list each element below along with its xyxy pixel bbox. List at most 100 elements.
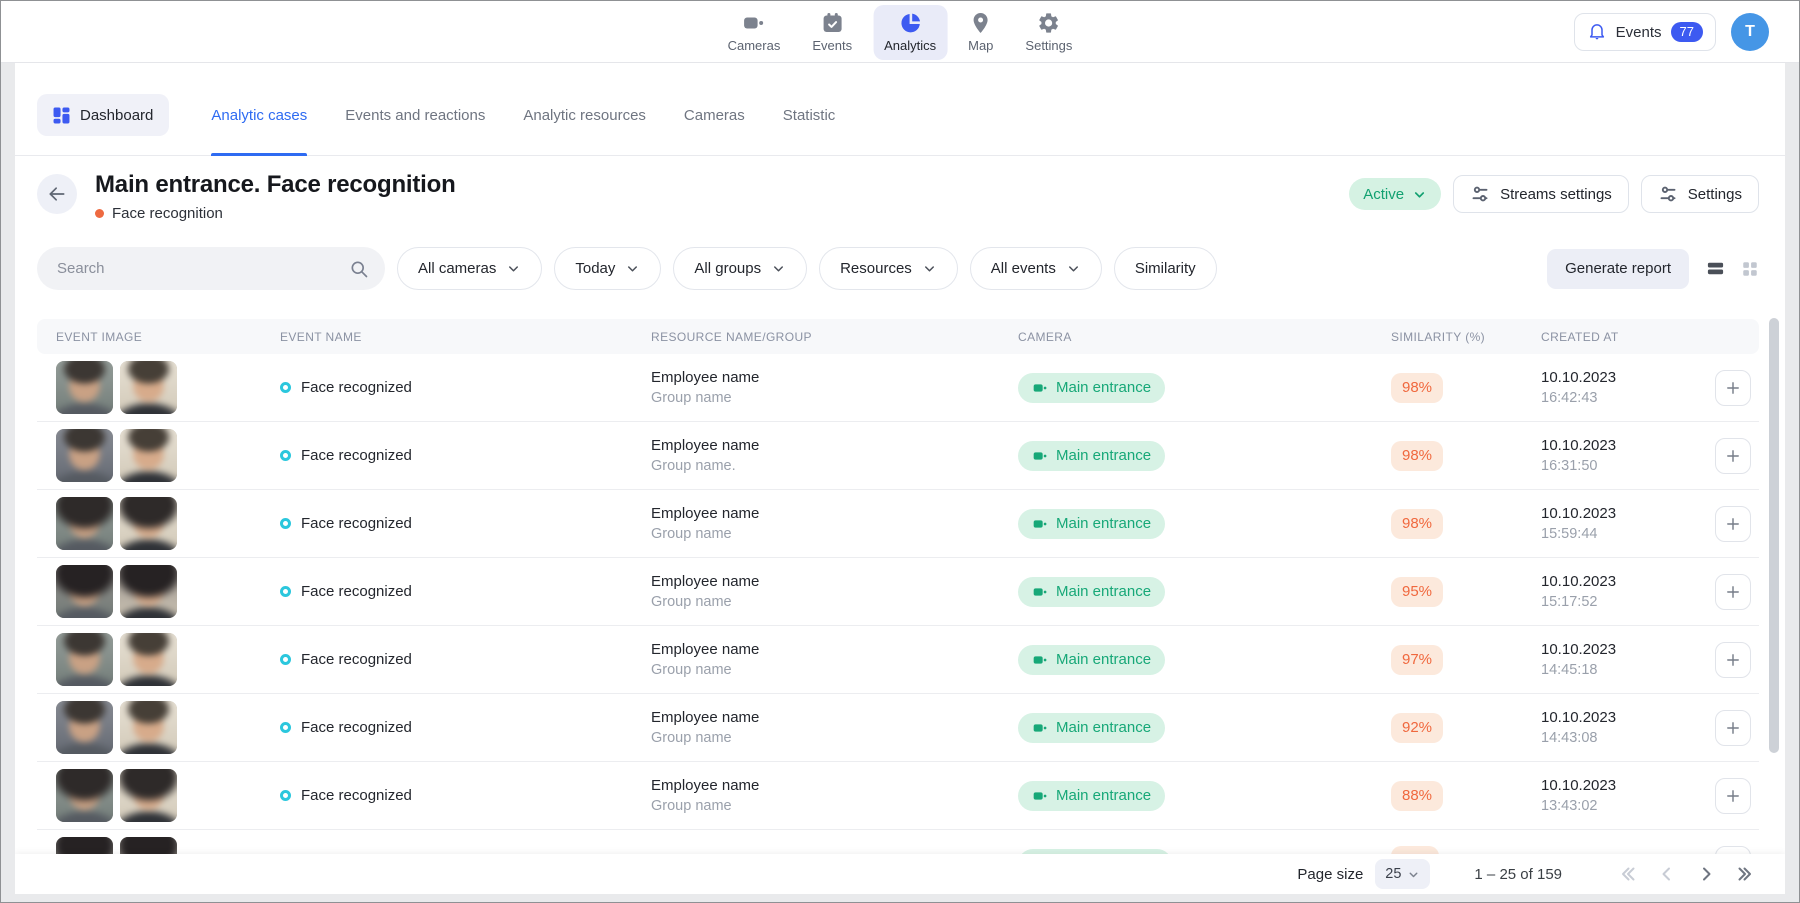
back-button[interactable] [37, 174, 77, 214]
settings-button[interactable]: Settings [1641, 175, 1759, 213]
filter-date[interactable]: Today [554, 247, 661, 290]
filter-similarity[interactable]: Similarity [1114, 247, 1217, 290]
column-header-event-image: EVENT IMAGE [56, 330, 280, 344]
filter-label: Today [575, 260, 615, 277]
nav-item-settings[interactable]: Settings [1014, 5, 1083, 60]
add-button[interactable] [1715, 370, 1751, 406]
page-size-dropdown[interactable]: 25 [1375, 859, 1430, 889]
add-button[interactable] [1715, 778, 1751, 814]
event-face-capture-thumbnail[interactable] [56, 769, 113, 822]
streams-settings-button[interactable]: Streams settings [1453, 175, 1629, 213]
group-name: Group name [651, 592, 1018, 612]
camera-badge[interactable]: Main entrance [1018, 713, 1165, 743]
column-header-created-at: CREATED AT [1541, 330, 1712, 344]
dashboard-button[interactable]: Dashboard [37, 94, 169, 136]
page-size-label: Page size [1297, 866, 1363, 883]
event-face-capture-thumbnail[interactable] [56, 633, 113, 686]
nav-item-events[interactable]: Events [801, 5, 863, 60]
case-type-dot [95, 209, 104, 218]
search-icon[interactable] [349, 259, 369, 279]
table-row[interactable]: Face recognized Employee name Group name… [37, 762, 1759, 830]
event-face-reference-thumbnail[interactable] [120, 769, 177, 822]
tab-analytic-cases[interactable]: Analytic cases [211, 75, 307, 155]
add-button[interactable] [1715, 574, 1751, 610]
filter-label: Similarity [1135, 260, 1196, 277]
event-face-reference-thumbnail[interactable] [120, 361, 177, 414]
chevron-down-icon [1412, 187, 1427, 202]
add-button[interactable] [1715, 710, 1751, 746]
table-row[interactable]: Employee name 10.10.2023 [37, 830, 1759, 854]
vertical-scrollbar[interactable] [1769, 318, 1779, 753]
pagination-range: 1 – 25 of 159 [1474, 866, 1562, 883]
event-type-ring-icon [280, 790, 291, 801]
first-page-icon[interactable] [1618, 864, 1638, 884]
pie-chart-icon [898, 11, 922, 35]
event-face-capture-thumbnail[interactable] [56, 497, 113, 550]
filter-all-events[interactable]: All events [970, 247, 1102, 290]
filter-label: Resources [840, 260, 912, 277]
generate-report-button[interactable]: Generate report [1547, 249, 1689, 289]
camera-name: Main entrance [1056, 651, 1151, 668]
similarity-badge: 98% [1391, 373, 1443, 403]
event-name: Face recognized [301, 515, 412, 532]
camera-badge[interactable]: Main entrance [1018, 373, 1165, 403]
event-face-reference-thumbnail[interactable] [120, 837, 177, 854]
event-face-reference-thumbnail[interactable] [120, 701, 177, 754]
avatar[interactable]: T [1731, 13, 1769, 51]
camera-badge[interactable]: Main entrance [1018, 509, 1165, 539]
list-view-icon[interactable] [1706, 259, 1725, 278]
event-face-capture-thumbnail[interactable] [56, 429, 113, 482]
add-button[interactable] [1715, 438, 1751, 474]
event-face-reference-thumbnail[interactable] [120, 497, 177, 550]
tab-statistic[interactable]: Statistic [783, 75, 836, 155]
nav-label: Analytics [884, 38, 936, 53]
event-type-ring-icon [280, 382, 291, 393]
grid-view-icon[interactable] [1741, 260, 1759, 278]
event-face-reference-thumbnail[interactable] [120, 565, 177, 618]
group-name: Group name [651, 388, 1018, 408]
arrow-left-icon [47, 184, 67, 204]
nav-item-analytics[interactable]: Analytics [873, 5, 947, 60]
add-button[interactable] [1715, 846, 1751, 855]
status-dropdown[interactable]: Active [1349, 178, 1441, 210]
camera-badge[interactable]: Main entrance [1018, 441, 1165, 471]
camera-icon [1032, 516, 1048, 532]
search-input[interactable] [57, 260, 341, 277]
next-page-icon[interactable] [1696, 864, 1716, 884]
tab-analytic-resources[interactable]: Analytic resources [523, 75, 646, 155]
event-type-ring-icon [280, 450, 291, 461]
event-face-capture-thumbnail[interactable] [56, 361, 113, 414]
camera-name: Main entrance [1056, 515, 1151, 532]
camera-badge[interactable]: Main entrance [1018, 577, 1165, 607]
group-name: Group name [651, 796, 1018, 816]
previous-page-icon[interactable] [1657, 864, 1677, 884]
table-row[interactable]: Face recognized Employee name Group name… [37, 558, 1759, 626]
event-face-capture-thumbnail[interactable] [56, 565, 113, 618]
group-name: Group name. [651, 456, 1018, 476]
nav-item-map[interactable]: Map [957, 5, 1004, 60]
table-row[interactable]: Face recognized Employee name Group name… [37, 694, 1759, 762]
resource-name: Employee name [651, 776, 1018, 796]
camera-badge[interactable]: Main entrance [1018, 781, 1165, 811]
add-button[interactable] [1715, 506, 1751, 542]
tab-events-and-reactions[interactable]: Events and reactions [345, 75, 485, 155]
filter-all-cameras[interactable]: All cameras [397, 247, 542, 290]
table-row[interactable]: Face recognized Employee name Group name… [37, 626, 1759, 694]
filter-resources[interactable]: Resources [819, 247, 958, 290]
table-row[interactable]: Face recognized Employee name Group name… [37, 422, 1759, 490]
filter-all-groups[interactable]: All groups [673, 247, 807, 290]
table-row[interactable]: Face recognized Employee name Group name… [37, 490, 1759, 558]
last-page-icon[interactable] [1735, 864, 1755, 884]
nav-item-cameras[interactable]: Cameras [717, 5, 792, 60]
event-face-reference-thumbnail[interactable] [120, 429, 177, 482]
event-type-ring-icon [280, 518, 291, 529]
event-face-capture-thumbnail[interactable] [56, 701, 113, 754]
events-notifications-button[interactable]: Events 77 [1574, 13, 1716, 51]
event-face-capture-thumbnail[interactable] [56, 837, 113, 854]
camera-badge[interactable]: Main entrance [1018, 645, 1165, 675]
tab-cameras[interactable]: Cameras [684, 75, 745, 155]
table-row[interactable]: Face recognized Employee name Group name… [37, 354, 1759, 422]
add-button[interactable] [1715, 642, 1751, 678]
similarity-badge: 88% [1391, 781, 1443, 811]
event-face-reference-thumbnail[interactable] [120, 633, 177, 686]
